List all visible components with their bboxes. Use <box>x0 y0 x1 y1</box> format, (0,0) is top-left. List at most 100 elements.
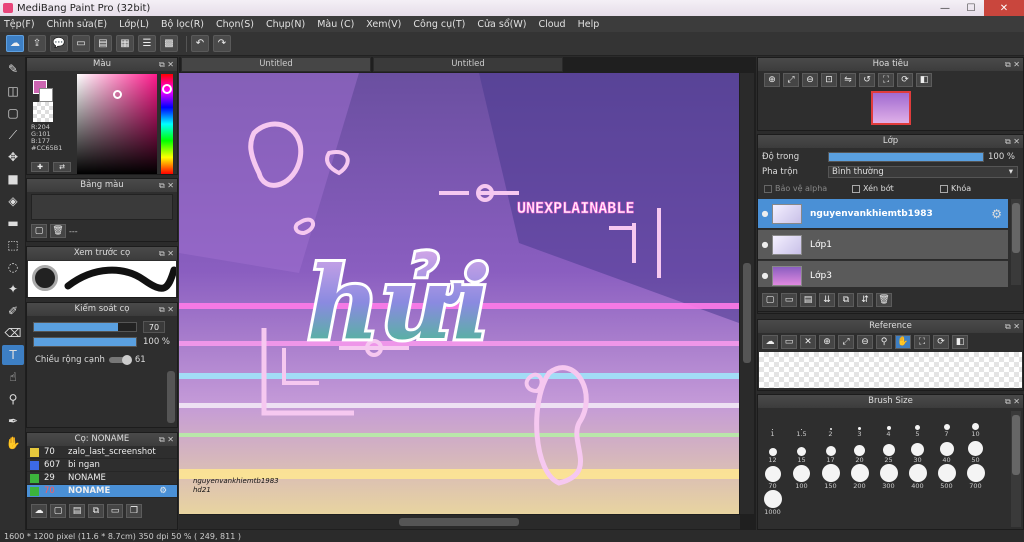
horizontal-scroll-thumb[interactable] <box>399 518 519 526</box>
brush-size-cell[interactable]: 400 <box>903 464 932 490</box>
menu-file[interactable]: Tệp(F) <box>4 19 35 30</box>
eye-icon[interactable]: ● <box>758 271 772 280</box>
move-tool-icon[interactable]: ✥ <box>2 147 24 167</box>
brush-size-cell[interactable]: 200 <box>845 464 874 490</box>
fit-icon[interactable]: ⤢ <box>783 73 799 87</box>
brush-size-cell[interactable]: 1000 <box>758 490 787 516</box>
add-color-icon[interactable]: ✚ <box>31 162 49 172</box>
brush-item[interactable]: 70 zalo_last_screenshot <box>27 446 177 459</box>
brush-size-cell[interactable]: 150 <box>816 464 845 490</box>
layer-scroll-thumb[interactable] <box>1012 203 1020 253</box>
clipping-option[interactable]: Xén bớt <box>852 184 940 193</box>
canvas-horizontal-scrollbar[interactable] <box>179 515 740 529</box>
panel-controls-icon[interactable]: ⧉ ✕ <box>1005 395 1020 408</box>
gear-icon[interactable]: ⚙ <box>991 207 1002 221</box>
merge-down-icon[interactable]: ⇊ <box>819 293 835 307</box>
lock-checkbox[interactable] <box>940 184 948 193</box>
eyedropper-tool-icon[interactable]: ⚲ <box>2 389 24 409</box>
gear-icon[interactable]: ⚙ <box>159 486 167 496</box>
menu-edit[interactable]: Chỉnh sửa(E) <box>47 19 108 30</box>
brush-size-cell[interactable]: 3 <box>845 412 874 438</box>
layer-list-scrollbar[interactable] <box>1011 199 1021 285</box>
rotate-left-icon[interactable]: ↺ <box>859 73 875 87</box>
close-button[interactable]: ✕ <box>984 0 1024 16</box>
brush-size-cell[interactable]: 25 <box>874 438 903 464</box>
select-pen-tool-icon[interactable]: ✐ <box>2 301 24 321</box>
color-picker-handle[interactable] <box>113 90 122 99</box>
menu-tools[interactable]: Công cụ(T) <box>413 19 465 30</box>
cloud-brush-icon[interactable]: ☁ <box>31 504 47 518</box>
menu-window[interactable]: Cửa sổ(W) <box>477 19 526 30</box>
cloud-reference-icon[interactable]: ☁ <box>762 335 778 349</box>
panel-controls-icon[interactable]: ⧉ ✕ <box>1005 320 1020 333</box>
document-icon[interactable]: ▤ <box>94 35 112 52</box>
export-icon[interactable]: ⇪ <box>28 35 46 52</box>
swap-color-icon[interactable]: ⇄ <box>53 162 71 172</box>
fill-rect-tool-icon[interactable]: ■ <box>2 169 24 189</box>
delete-layer-icon[interactable]: 🗑 <box>876 293 892 307</box>
menu-layer[interactable]: Lớp(L) <box>119 19 149 30</box>
brush-size-slider[interactable] <box>33 322 137 332</box>
brush-size-cell[interactable]: 1.5 <box>787 412 816 438</box>
transparent-swatch[interactable] <box>33 102 53 122</box>
list-icon[interactable]: ☰ <box>138 35 156 52</box>
select-rect-tool-icon[interactable]: ⬚ <box>2 235 24 255</box>
select-eraser-tool-icon[interactable]: ⌫ <box>2 323 24 343</box>
zoom-in-icon[interactable]: ⊕ <box>819 335 835 349</box>
hand-icon[interactable]: ✋ <box>895 335 911 349</box>
panel-controls-icon[interactable]: ⧉ ✕ <box>159 58 174 71</box>
panel-controls-icon[interactable]: ⧉ ✕ <box>1005 135 1020 148</box>
tab-untitled-1[interactable]: Untitled <box>181 57 371 72</box>
brush-menu-icon[interactable]: ▤ <box>69 504 85 518</box>
brush-size-cell[interactable]: 300 <box>874 464 903 490</box>
panel-controls-icon[interactable]: ⧉ ✕ <box>1005 58 1020 71</box>
layer-row-selected[interactable]: ● nguyenvankhiemtb1983 ⚙ <box>758 199 1008 229</box>
brush-size-cell[interactable]: 70 <box>758 464 787 490</box>
bucket-tool-icon[interactable]: ◈ <box>2 191 24 211</box>
brush-size-scrollbar[interactable] <box>1011 411 1021 527</box>
delete-palette-icon[interactable]: 🗑 <box>50 224 66 238</box>
menu-cloud[interactable]: Cloud <box>538 19 565 30</box>
minimize-button[interactable]: — <box>932 0 958 16</box>
clipping-checkbox[interactable] <box>852 184 860 193</box>
new-palette-icon[interactable]: ▢ <box>31 224 47 238</box>
monitor-icon[interactable]: ▭ <box>72 35 90 52</box>
lasso-tool-icon[interactable]: ◌ <box>2 257 24 277</box>
close-reference-icon[interactable]: ✕ <box>800 335 816 349</box>
new-folder-icon[interactable]: ▭ <box>781 293 797 307</box>
edge-width-knob[interactable] <box>121 355 132 365</box>
menu-help[interactable]: Help <box>578 19 600 30</box>
zoom-in-icon[interactable]: ⊕ <box>764 73 780 87</box>
line-tool-icon[interactable]: ⟋ <box>2 125 24 145</box>
fit-icon[interactable]: ⤢ <box>838 335 854 349</box>
protect-alpha-checkbox[interactable] <box>764 184 772 193</box>
hand-tool-icon[interactable]: ✋ <box>2 433 24 453</box>
panel-controls-icon[interactable]: ⧉ ✕ <box>159 247 174 260</box>
menu-filter[interactable]: Bộ lọc(R) <box>161 19 204 30</box>
layer-row[interactable]: ● Lớp1 <box>758 230 1008 260</box>
brush-size-cell[interactable]: 2 <box>816 412 845 438</box>
brush-size-cell[interactable]: 1 <box>758 412 787 438</box>
layer-opacity-slider[interactable] <box>828 152 984 162</box>
zoom-out-icon[interactable]: ⊖ <box>802 73 818 87</box>
maximize-button[interactable]: ☐ <box>958 0 984 16</box>
eraser-tool-icon[interactable]: ◫ <box>2 81 24 101</box>
brush-item[interactable]: 607 bi ngan <box>27 459 177 472</box>
layer-menu-icon[interactable]: ▤ <box>800 293 816 307</box>
eye-icon[interactable]: ● <box>758 209 772 218</box>
reset-rotate-icon[interactable]: ⟳ <box>897 73 913 87</box>
blend-mode-select[interactable]: Bình thường ▾ <box>828 166 1018 178</box>
zoom-out-icon[interactable]: ⊖ <box>857 335 873 349</box>
background-color-swatch[interactable] <box>39 88 53 102</box>
brush-size-cell[interactable]: 5 <box>903 412 932 438</box>
menu-view[interactable]: Xem(V) <box>366 19 401 30</box>
screen-fit-icon[interactable]: ⛶ <box>914 335 930 349</box>
brush-size-cell[interactable]: 500 <box>932 464 961 490</box>
transfer-layer-icon[interactable]: ⇵ <box>857 293 873 307</box>
copy-layer-icon[interactable]: ⧉ <box>838 293 854 307</box>
cloud-icon[interactable]: ☁ <box>6 35 24 52</box>
menu-color[interactable]: Màu (C) <box>317 19 354 30</box>
lock-option[interactable]: Khóa <box>940 184 971 193</box>
rectangle-tool-icon[interactable]: ▢ <box>2 103 24 123</box>
brush-size-cell[interactable]: 4 <box>874 412 903 438</box>
